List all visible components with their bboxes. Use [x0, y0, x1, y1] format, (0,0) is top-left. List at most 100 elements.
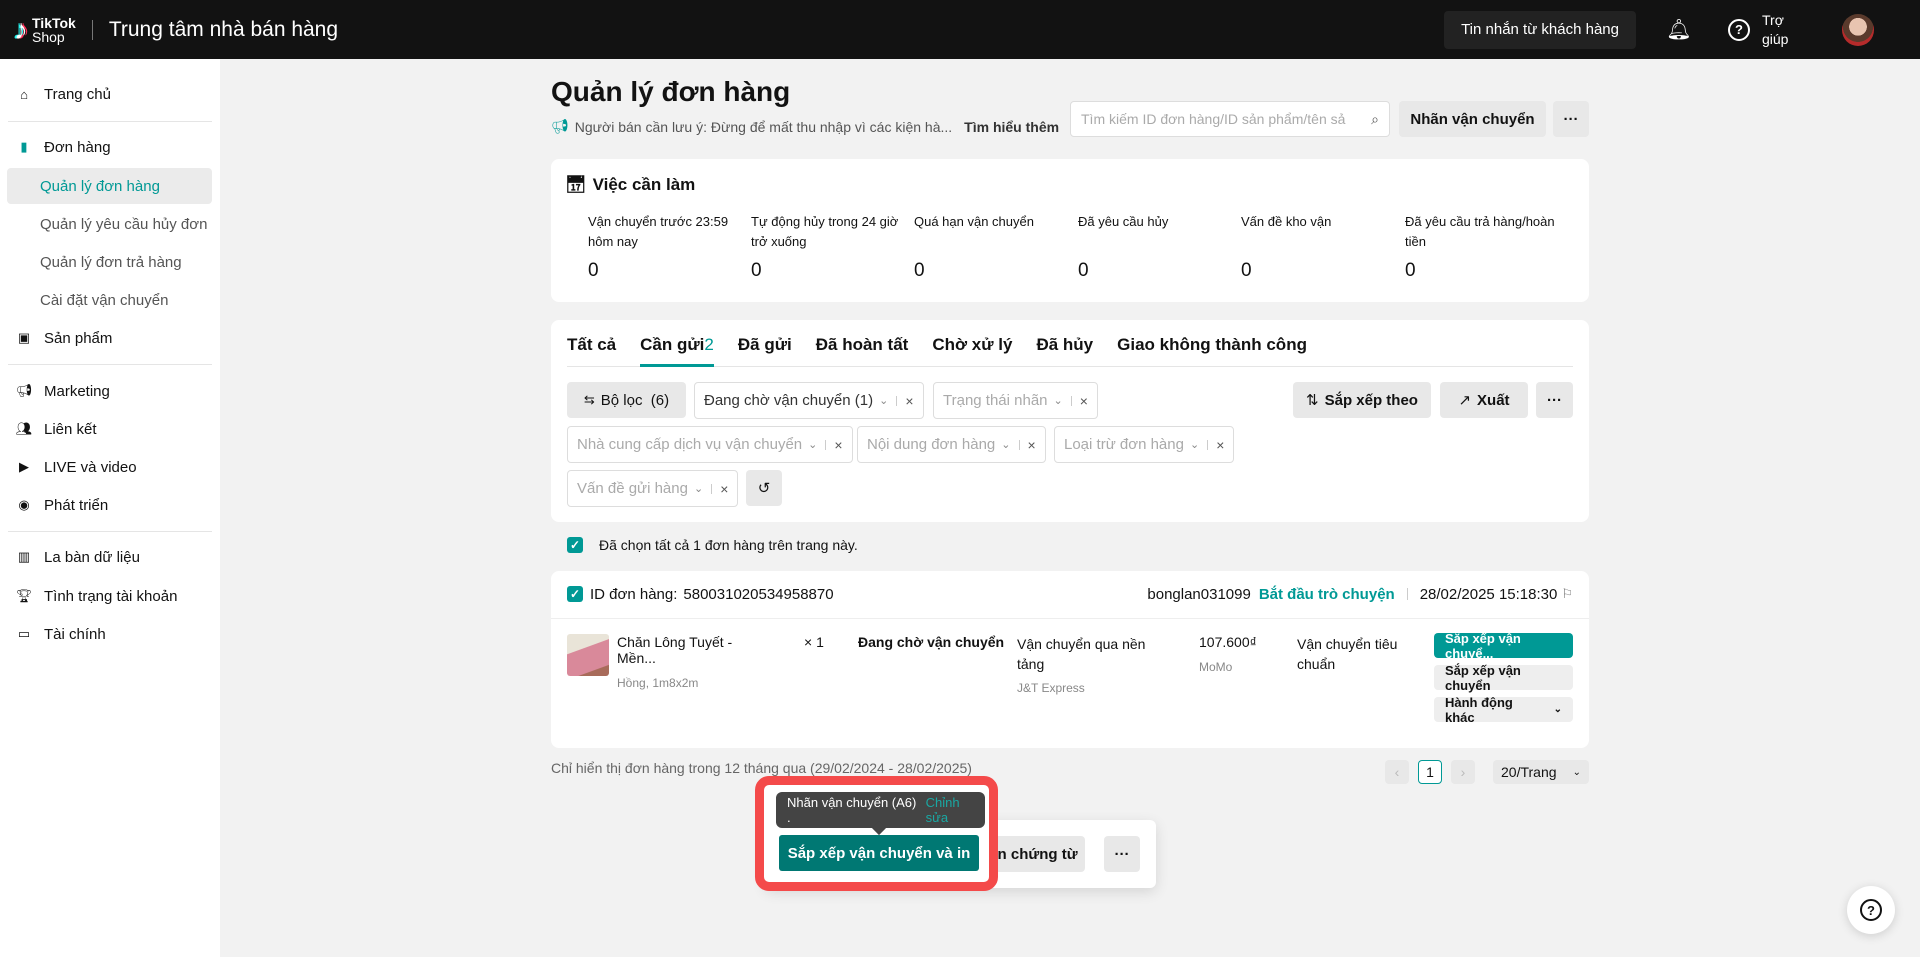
close-icon[interactable]: × [834, 437, 842, 453]
edit-label-link[interactable]: Chỉnh sửa [926, 795, 985, 825]
sidebar-item-label: Đơn hàng [44, 138, 111, 156]
order-id[interactable]: 580031020534958870 [683, 586, 833, 603]
chevron-down-icon: ⌄ [693, 483, 704, 495]
filter-button[interactable]: ⇆ Bộ lọc (6) [567, 382, 686, 418]
more-actions-button[interactable]: ··· [1536, 382, 1573, 418]
video-icon: ▶ [19, 459, 29, 474]
todo-stat[interactable]: Vấn đề kho vận 0 [1241, 212, 1391, 283]
sidebar-item-shipping-settings[interactable]: Cài đặt vận chuyển [7, 282, 212, 318]
customer-messages-button[interactable]: Tin nhắn từ khách hàng [1444, 10, 1636, 49]
sidebar-item-products[interactable]: ▣ Sản phẩm [16, 326, 113, 350]
sidebar-item-label: Liên kết [44, 420, 97, 438]
tab-label: Đã gửi [737, 335, 792, 354]
tab-failed-delivery[interactable]: Giao không thành công [1117, 335, 1307, 367]
filter-chip-label-status[interactable]: Trạng thái nhãn ⌄ × [933, 382, 1098, 419]
sidebar-item-marketing[interactable]: 📢︎ Marketing [16, 379, 110, 403]
help-button[interactable]: ? Trợ giúp [1728, 11, 1802, 49]
bookmark-icon[interactable]: ⚐ [1561, 586, 1573, 602]
tab-completed[interactable]: Đã hoàn tất [816, 335, 909, 367]
quantity: × 1 [804, 634, 824, 650]
next-page-button[interactable]: › [1451, 760, 1475, 784]
tab-to-ship[interactable]: Cần gửi2 [640, 335, 714, 367]
stat-value: 0 [751, 260, 762, 281]
filter-chip-carrier[interactable]: Nhà cung cấp dịch vụ vận chuyển ⌄ × [567, 426, 853, 463]
order-date: 28/02/2025 15:18:30 [1419, 585, 1558, 603]
sidebar-item-growth[interactable]: ◉ Phát triển [16, 493, 108, 517]
logo-text-top: TikTok [32, 14, 76, 31]
shipping-label-button[interactable]: Nhãn vận chuyển [1399, 101, 1546, 137]
sidebar-item-live-video[interactable]: ▶ LIVE và video [16, 455, 137, 479]
trophy-icon: 🏆︎ [15, 588, 33, 603]
avatar[interactable] [1842, 13, 1874, 46]
todo-stat[interactable]: Đã yêu cầu hủy 0 [1078, 212, 1228, 283]
learn-more-link[interactable]: Tìm hiểu thêm [964, 119, 1059, 135]
sidebar-item-manage-orders[interactable]: Quản lý đơn hàng [7, 168, 212, 204]
more-actions-dropdown[interactable]: Hành động khác ⌄ [1434, 695, 1573, 725]
start-chat-link[interactable]: Bắt đầu trò chuyện [1259, 586, 1395, 603]
chevron-down-icon: ⌄ [1189, 439, 1200, 451]
chevron-down-icon: ⌄ [1053, 395, 1063, 407]
arrange-shipping-primary-button[interactable]: Sắp xếp vận chuyể... [1434, 631, 1573, 661]
payment-method: MoMo [1199, 660, 1233, 674]
product-thumbnail[interactable] [567, 634, 609, 676]
todo-stat[interactable]: Vận chuyển trước 23:59 hôm nay 0 [588, 212, 738, 283]
arrange-shipping-button[interactable]: Sắp xếp vận chuyển [1434, 663, 1573, 693]
close-icon[interactable]: × [720, 481, 728, 497]
filter-chip-exclude-orders[interactable]: Loại trừ đơn hàng ⌄ × [1054, 426, 1235, 463]
select-all-checkbox[interactable]: ✓ [567, 537, 583, 553]
buyer-username: bonglan031099 [1147, 585, 1251, 603]
page-size-label: 20/Trang [1501, 764, 1557, 780]
close-icon[interactable]: × [1028, 437, 1036, 453]
calendar-clock-icon: 📅︎ [565, 175, 587, 194]
sidebar-item-home[interactable]: ⌂ Trang chủ [16, 82, 111, 106]
tiktok-note-icon: ♪ [14, 13, 28, 45]
product-name[interactable]: Chăn Lông Tuyết - Mền... [617, 634, 752, 666]
sort-button[interactable]: ⇅ Sắp xếp theo [1293, 382, 1431, 418]
sidebar-item-orders[interactable]: ▮ Đơn hàng [16, 135, 111, 159]
print-documents-button[interactable]: In chứng từ [986, 836, 1085, 872]
sidebar-item-account-health[interactable]: 🏆︎ Tình trạng tài khoản [15, 584, 178, 608]
close-icon[interactable]: × [1080, 393, 1088, 409]
more-options-button[interactable]: ··· [1553, 101, 1589, 137]
bulk-more-button[interactable]: ··· [1104, 836, 1140, 872]
bell-icon[interactable]: 🔔︎ [1666, 17, 1692, 42]
tiktok-shop-logo[interactable]: ♪ TikTok Shop [14, 14, 76, 46]
stat-label: Đã yêu cầu hủy [1078, 214, 1169, 229]
tab-shipped[interactable]: Đã gửi [738, 335, 792, 367]
chevron-down-icon: ⌄ [1553, 704, 1562, 715]
floating-help-button[interactable]: ? [1847, 886, 1895, 934]
prev-page-button[interactable]: ‹ [1385, 760, 1409, 784]
tab-cancelled[interactable]: Đã hủy [1036, 335, 1093, 367]
chevron-down-icon: ⌄ [1001, 439, 1011, 451]
sidebar-item-cancel-requests[interactable]: Quản lý yêu cầu hủy đơn [7, 206, 212, 242]
sidebar-item-affiliate[interactable]: 👥︎ Liên kết [16, 417, 97, 441]
select-all-row: ✓ Đã chọn tất cả 1 đơn hàng trên trang n… [567, 537, 858, 553]
close-icon[interactable]: × [905, 393, 913, 409]
page-1-button[interactable]: 1 [1418, 760, 1442, 784]
tab-pending[interactable]: Chờ xử lý [932, 335, 1012, 367]
filter-chip-shipping-issue[interactable]: Vấn đề gửi hàng ⌄ × [567, 470, 739, 507]
chip-label: Trạng thái nhãn [943, 392, 1048, 409]
arrange-shipping-and-print-button[interactable]: Sắp xếp vận chuyển và in [779, 835, 979, 871]
search-icon[interactable]: ⌕ [1371, 111, 1379, 128]
todo-stat[interactable]: Đã yêu cầu trả hàng/hoàn tiền 0 [1405, 212, 1555, 283]
todo-stat[interactable]: Quá hạn vận chuyển 0 [914, 212, 1064, 283]
order-search-input[interactable]: Tìm kiếm ID đơn hàng/ID sản phẩm/tên sả ⌕ [1070, 101, 1390, 137]
sidebar-item-label: Phát triển [44, 496, 109, 514]
reset-filters-button[interactable]: ↺ [746, 470, 782, 506]
tab-label: Cần gửi [640, 335, 705, 354]
sidebar-item-label: Sản phẩm [44, 329, 113, 347]
close-icon[interactable]: × [1216, 437, 1224, 453]
sidebar-item-returns[interactable]: Quản lý đơn trả hàng [7, 244, 212, 280]
tab-all[interactable]: Tất cả [567, 335, 616, 367]
sidebar-item-finance[interactable]: ▭ Tài chính [16, 622, 106, 646]
sidebar-item-data-compass[interactable]: ▥ La bàn dữ liệu [16, 545, 140, 569]
shipping-label-tooltip: Nhãn vận chuyển (A6) . Chỉnh sửa [776, 792, 985, 836]
filter-chip-order-status[interactable]: Đang chờ vận chuyển (1) ⌄ × [694, 382, 924, 419]
todo-stat[interactable]: Tự động hủy trong 24 giờ trở xuống 0 [751, 212, 901, 283]
export-button[interactable]: ↗ Xuất [1440, 382, 1528, 418]
order-checkbox[interactable]: ✓ [567, 586, 583, 602]
page-size-select[interactable]: 20/Trang ⌄ [1493, 760, 1589, 784]
chip-label: Loại trừ đơn hàng [1064, 436, 1184, 453]
filter-chip-order-content[interactable]: Nội dung đơn hàng ⌄ × [857, 426, 1046, 463]
